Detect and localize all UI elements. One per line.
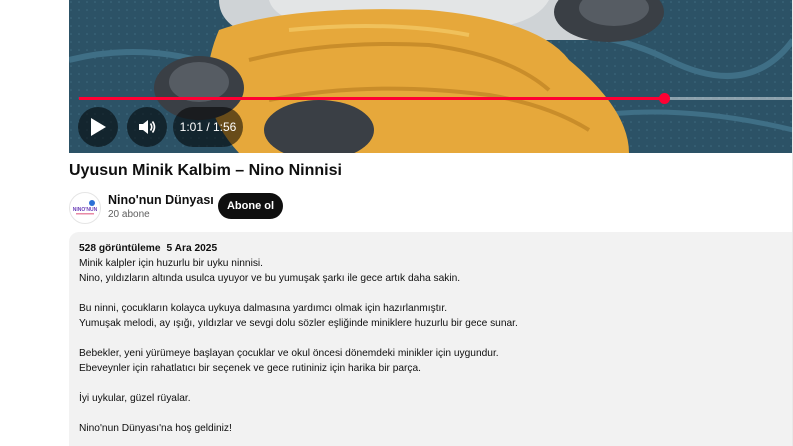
progress-scrubber[interactable] [659,93,671,104]
description-gap [79,286,518,301]
video-meta: 528 görüntüleme 5 Ara 2025 [79,241,518,256]
volume-icon [139,120,156,134]
video-title: Uyusun Minik Kalbim – Nino Ninnisi [69,162,342,179]
video-player[interactable]: 1:01 / 1:56 [69,0,793,153]
channel-avatar[interactable]: NINO'NUN [69,192,101,224]
view-count: 528 görüntüleme [79,243,161,254]
left-gutter [0,0,69,446]
description-box[interactable]: 528 görüntüleme 5 Ara 2025 Minik kalpler … [69,232,793,446]
description-line: Bebekler, yeni yürümeye başlayan çocukla… [79,348,499,359]
volume-button[interactable] [127,107,167,147]
description-line: Nino'nun Dünyası'na hoş geldiniz! [79,423,232,434]
subscriber-count: 20 abone [108,209,150,220]
upload-date: 5 Ara 2025 [166,243,218,254]
description-gap [79,331,518,346]
page: 1:01 / 1:56 Uyusun Minik Kalbim – Nino N… [0,0,793,446]
progress-bar[interactable] [79,93,793,104]
description-line: Yumuşak melodi, ay ışığı, yıldızlar ve s… [79,318,518,329]
progress-fill [79,97,665,100]
channel-name[interactable]: Nino'nun Dünyası [108,193,214,207]
channel-logo: NINO'NUN [73,200,98,215]
description-text: Minik kalpler için huzurlu bir uyku ninn… [79,256,518,436]
description-line: İyi uykular, güzel rüyalar. [79,393,191,404]
description-line: Minik kalpler için huzurlu bir uyku ninn… [79,258,264,269]
play-button[interactable] [78,107,118,147]
svg-text:NINO'NUN: NINO'NUN [73,207,98,213]
description-line: Bu ninni, çocukların kolayca uykuya dalm… [79,303,448,314]
description-gap [79,406,518,421]
description-gap [79,376,518,391]
description-line: Nino, yıldızların altında usulca uyuyor … [79,273,461,284]
subscribe-button[interactable]: Abone ol [218,193,283,219]
description-line: Ebeveynler için rahatlatıcı bir seçenek … [79,363,422,374]
time-display: 1:01 / 1:56 [173,107,243,147]
play-icon [91,118,106,136]
